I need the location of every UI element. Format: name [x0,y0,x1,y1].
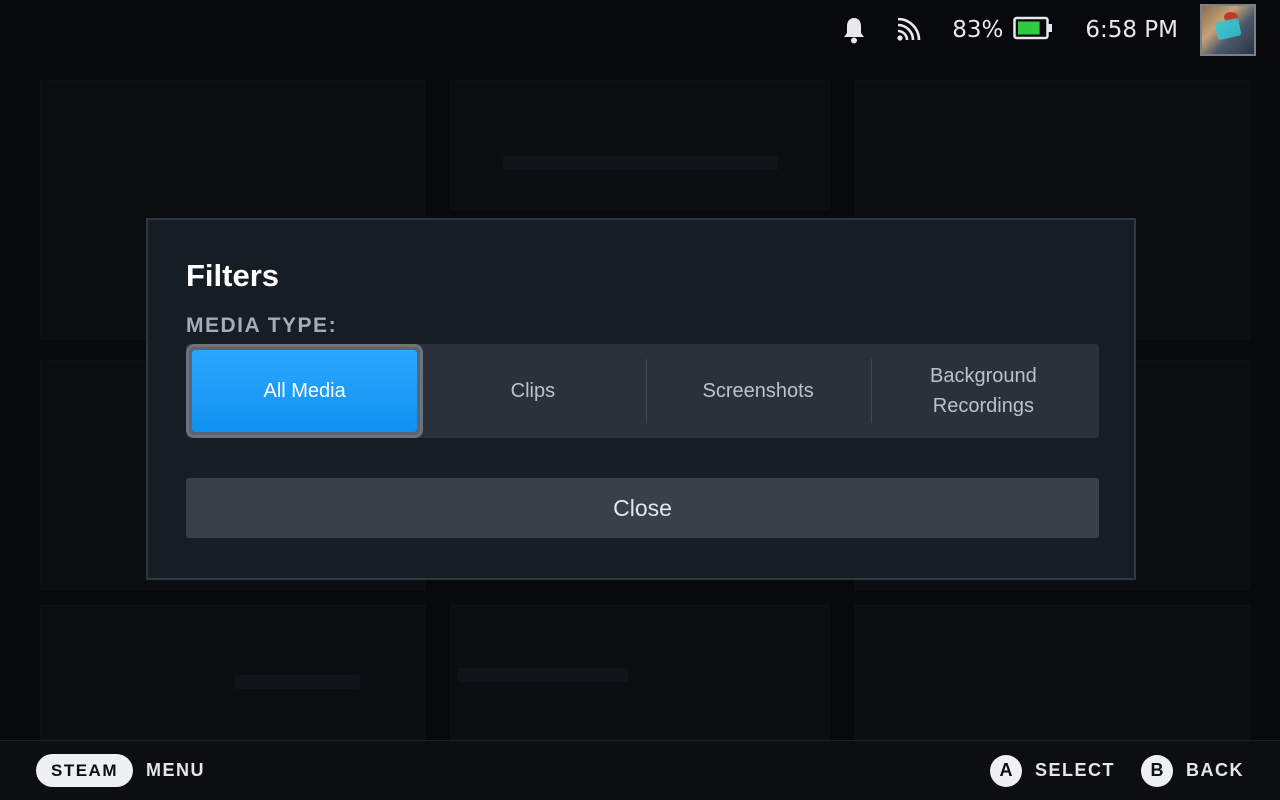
option-all-media[interactable]: All Media [188,347,421,435]
back-hint-label: BACK [1186,760,1244,780]
clock: 6:58 PM [1085,17,1178,43]
select-hint-label: SELECT [1034,760,1115,780]
dialog-title: Filters [186,258,280,293]
steam-button[interactable]: STEAM [36,754,133,787]
media-type-selector: All Media Clips Screenshots Background R… [186,344,1099,438]
bell-icon[interactable] [842,16,866,44]
wifi-signal-icon[interactable] [896,18,922,42]
b-button-icon: B [1141,754,1173,787]
footer-hint-bar: STEAM MENU A SELECT B BACK [0,740,1280,800]
battery-percent: 83% [952,17,1004,43]
clock-time: 6:58 PM [1085,17,1178,43]
option-background-recordings[interactable]: Background Recordings [870,347,1096,435]
option-clips[interactable]: Clips [420,347,645,435]
option-screenshots[interactable]: Screenshots [645,347,871,435]
close-button[interactable]: Close [186,478,1099,538]
a-button-icon: A [989,754,1022,787]
avatar[interactable] [1200,4,1256,56]
menu-hint-label: MENU [146,760,205,780]
select-hint[interactable]: A SELECT [989,754,1115,787]
back-hint[interactable]: B BACK [1141,754,1244,787]
filters-dialog: Filters MEDIA TYPE: All Media Clips Scre… [146,218,1136,580]
media-type-label: MEDIA TYPE: [186,314,338,337]
status-bar: 83% 6:58 PM [0,0,1280,60]
battery-status[interactable]: 83% [952,16,1053,44]
battery-icon [1013,16,1053,44]
